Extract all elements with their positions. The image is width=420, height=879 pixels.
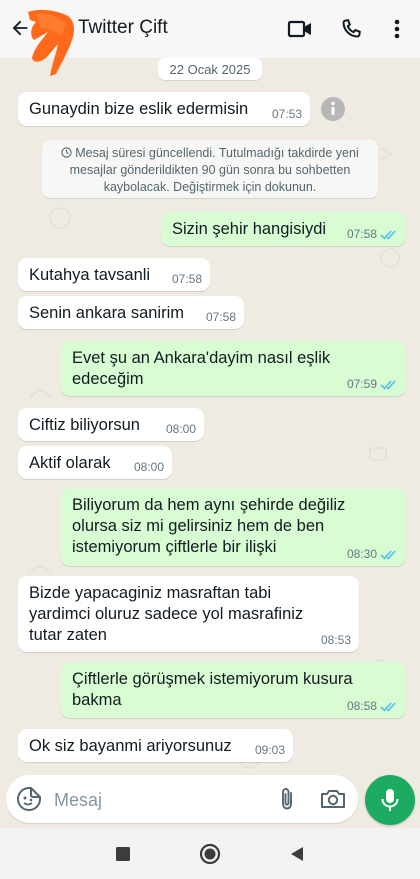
- double-check-icon: [380, 229, 396, 240]
- emoji-sticker-icon[interactable]: [16, 786, 42, 812]
- home-button[interactable]: [198, 842, 222, 866]
- message-text: Biliyorum da hem aynı şehirde değiliz ol…: [72, 496, 346, 556]
- message-time: 08:00: [165, 422, 196, 436]
- message-bubble-outgoing[interactable]: Evet şu an Ankara'dayim nasıl eşlik edec…: [61, 341, 406, 396]
- double-check-icon: [380, 379, 396, 390]
- message-time: 08:00: [133, 460, 164, 474]
- menu-button[interactable]: [383, 15, 411, 43]
- chat-header: Twitter Çift: [0, 0, 420, 77]
- message-time: 07:58: [205, 310, 236, 324]
- message-composer: [6, 775, 358, 823]
- message-bubble-incoming[interactable]: Ciftiz biliyorsun 08:00: [18, 408, 204, 441]
- system-navigation-bar: [0, 828, 420, 879]
- message-bubble-incoming[interactable]: Ok siz bayanmi ariyorsunuz 09:03: [18, 729, 293, 762]
- video-camera-icon: [287, 20, 311, 38]
- square-icon: [116, 847, 130, 861]
- disappearing-messages-notice[interactable]: Mesaj süresi güncellendi. Tutulmadığı ta…: [42, 140, 378, 198]
- message-bubble-incoming[interactable]: Kutahya tavsanli 07:58: [18, 258, 210, 291]
- message-time: 08:30: [346, 547, 377, 561]
- message-text: Çiftlerle görüşmek istemiyorum kusura ba…: [72, 670, 353, 709]
- timer-icon: [61, 147, 72, 158]
- message-text: Ok siz bayanmi ariyorsunuz: [29, 737, 232, 755]
- message-text: Ciftiz biliyorsun: [29, 416, 140, 434]
- message-bubble-outgoing[interactable]: Çiftlerle görüşmek istemiyorum kusura ba…: [61, 662, 406, 718]
- double-check-icon: [380, 701, 396, 712]
- message-text: Bizde yapacaginiz masraftan tabi yardimc…: [29, 584, 304, 644]
- contact-avatar[interactable]: [22, 6, 78, 78]
- recents-button[interactable]: [111, 842, 135, 866]
- paperclip-icon[interactable]: [274, 786, 300, 812]
- message-bubble-incoming[interactable]: Bizde yapacaginiz masraftan tabi yardimc…: [18, 576, 359, 652]
- double-check-icon: [380, 549, 396, 560]
- message-time: 07:58: [171, 272, 202, 286]
- message-text: Kutahya tavsanli: [29, 266, 151, 284]
- message-time: 09:03: [254, 743, 285, 757]
- back-nav-button[interactable]: [285, 842, 309, 866]
- phone-icon: [342, 19, 361, 38]
- info-icon[interactable]: [320, 96, 346, 122]
- circle-home-icon: [199, 843, 221, 865]
- video-call-button[interactable]: [286, 15, 314, 43]
- message-text: Senin ankara sanirim: [29, 304, 184, 322]
- triangle-back-icon: [291, 847, 303, 861]
- more-vertical-icon: [394, 19, 400, 39]
- microphone-icon: [381, 789, 399, 811]
- message-time: 08:58: [346, 699, 377, 713]
- voice-call-button[interactable]: [337, 15, 365, 43]
- message-bubble-incoming[interactable]: Aktif olarak 08:00: [18, 446, 172, 479]
- chat-area[interactable]: 22 Ocak 2025 Gunaydin bize eslik edermis…: [0, 58, 420, 828]
- message-time: 07:53: [271, 107, 302, 121]
- chat-title[interactable]: Twitter Çift: [78, 17, 168, 39]
- message-bubble-incoming[interactable]: Gunaydin bize eslik edermisin 07:53: [18, 92, 310, 126]
- message-bubble-outgoing[interactable]: Sizin şehir hangisiydi 07:58: [161, 212, 406, 246]
- camera-icon[interactable]: [319, 786, 347, 812]
- message-time: 08:53: [320, 633, 351, 647]
- message-bubble-incoming[interactable]: Senin ankara sanirim 07:58: [18, 296, 244, 329]
- message-text: Evet şu an Ankara'dayim nasıl eşlik edec…: [72, 349, 331, 388]
- message-text: Sizin şehir hangisiydi: [172, 220, 327, 238]
- message-time: 07:59: [346, 377, 377, 391]
- message-input[interactable]: [52, 785, 256, 815]
- date-chip: 22 Ocak 2025: [158, 58, 262, 80]
- avatar-scribble-icon: [28, 9, 75, 77]
- message-text: Gunaydin bize eslik edermisin: [29, 100, 249, 118]
- system-note-text: Mesaj süresi güncellendi. Tutulmadığı ta…: [69, 146, 359, 194]
- voice-message-button[interactable]: [365, 775, 415, 825]
- message-text: Aktif olarak: [29, 454, 111, 472]
- message-time: 07:58: [346, 227, 377, 241]
- message-bubble-outgoing[interactable]: Biliyorum da hem aynı şehirde değiliz ol…: [61, 488, 406, 566]
